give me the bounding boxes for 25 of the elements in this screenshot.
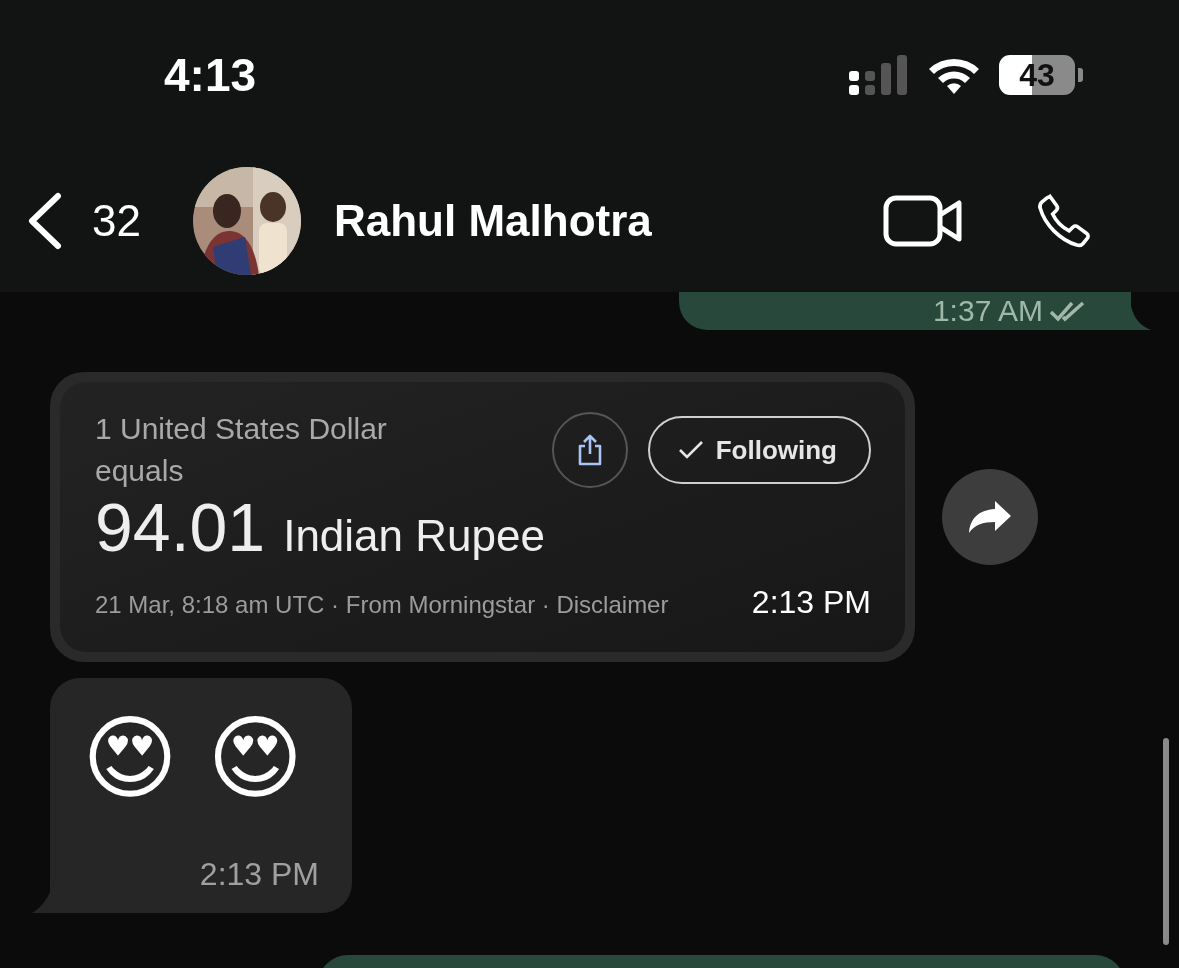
- back-button[interactable]: 32: [26, 192, 141, 250]
- following-button[interactable]: Following: [647, 416, 871, 484]
- status-time: 4:13: [164, 48, 258, 102]
- check-icon: [677, 440, 704, 460]
- currency-card[interactable]: 1 United States Dollar equals Following 94.01 Indian Rupee 21 Mar, 8:18 am UTC · From Morningstar · Disclaimer 2:13 PM: [50, 372, 915, 662]
- conversion-label: 1 United States Dollar equals: [95, 411, 388, 489]
- forward-icon: [967, 499, 1013, 535]
- share-button[interactable]: [551, 412, 628, 488]
- message-time: 1:37 AM: [932, 294, 1043, 328]
- double-check-icon: [1049, 300, 1087, 322]
- incoming-message-bubble[interactable]: 😍 😍 2:13 PM: [50, 678, 352, 913]
- video-call-button[interactable]: [883, 195, 963, 247]
- signal-icon: [849, 55, 909, 95]
- exchange-amount: 94.01: [95, 488, 266, 566]
- back-chevron-icon: [26, 192, 62, 250]
- emoji-message: 😍 😍: [82, 705, 304, 812]
- bubble-tail: [1131, 306, 1151, 330]
- message-time: 2:13 PM: [751, 584, 871, 621]
- wifi-icon: [929, 56, 979, 94]
- currency-name: Indian Rupee: [283, 511, 545, 561]
- message-time: 2:13 PM: [199, 856, 319, 893]
- contact-name[interactable]: Rahul Malhotra: [333, 196, 883, 246]
- share-icon: [576, 434, 603, 466]
- scrollbar[interactable]: [1163, 738, 1169, 945]
- source-note: 21 Mar, 8:18 am UTC · From Morningstar · Disclaimer: [95, 591, 669, 619]
